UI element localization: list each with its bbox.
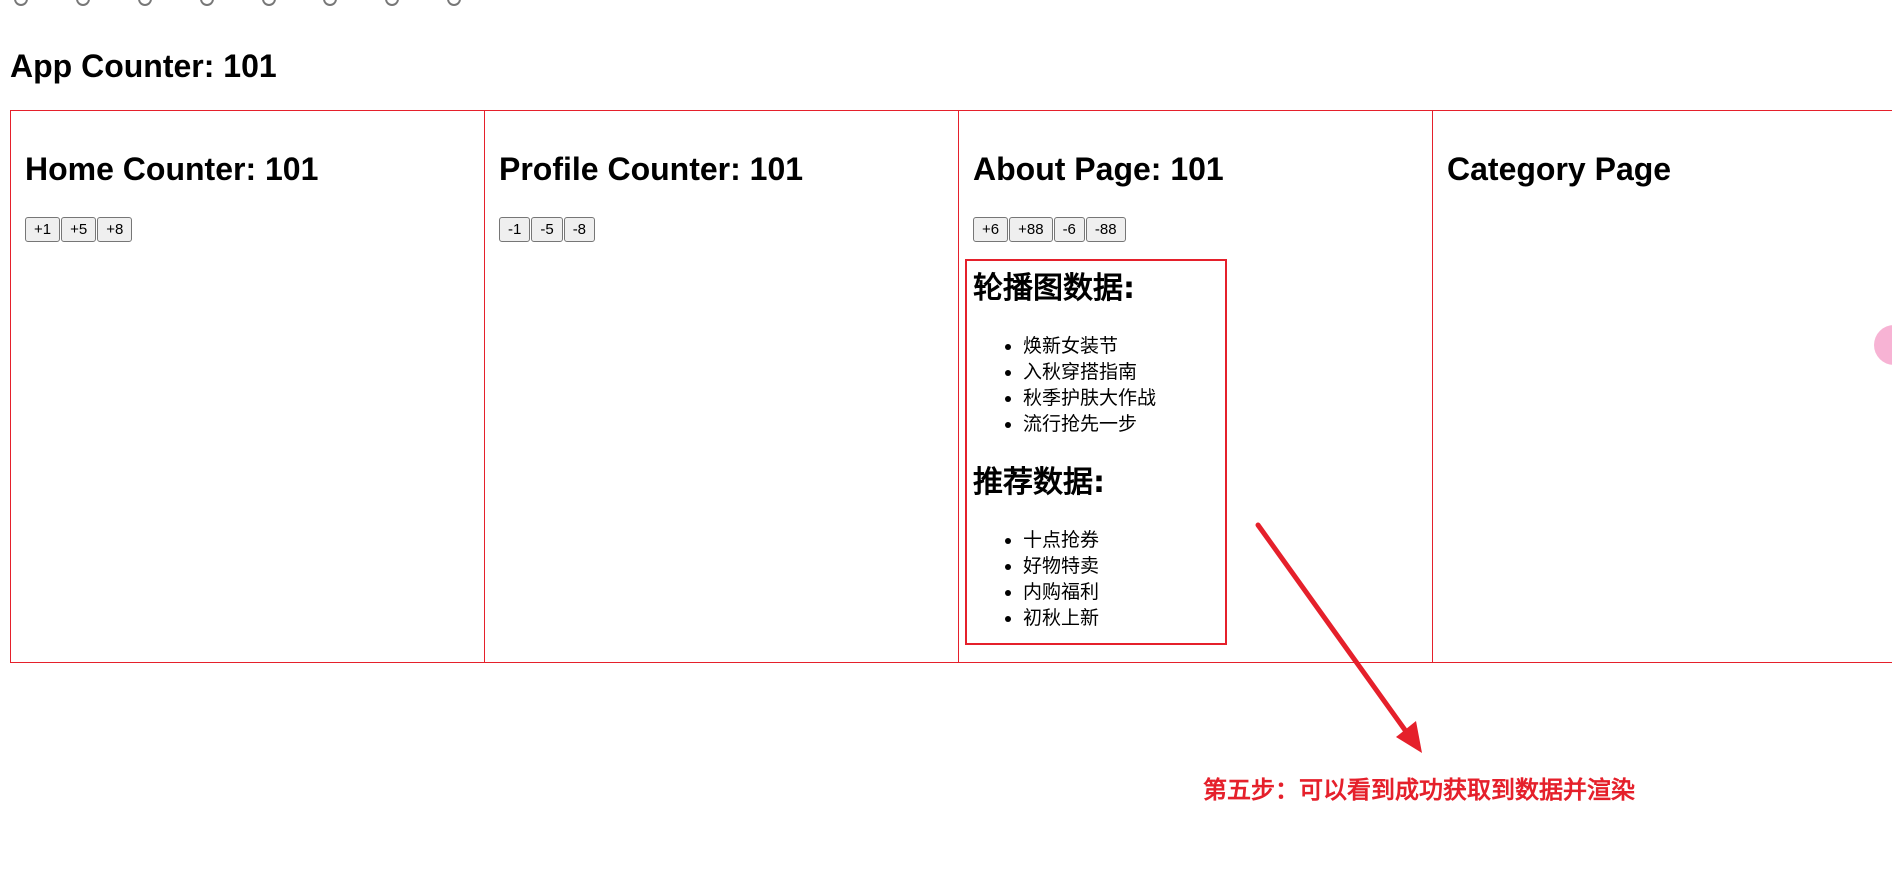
recommend-list-item: 十点抢券 [1023,527,1099,553]
home-button-row: +1 +5 +8 [25,217,133,242]
home-increment-5-button[interactable]: +5 [61,217,97,242]
bookmark-icon [385,0,400,7]
bookmarks-bar [0,0,1892,10]
profile-counter-title: Profile Counter: 101 [499,151,804,187]
bookmark-icon [447,0,462,7]
about-minus-88-button[interactable]: -88 [1085,217,1126,242]
banner-list-item: 流行抢先一步 [1023,411,1156,437]
banner-list-item: 秋季护肤大作战 [1023,385,1156,411]
recommend-data-list: 十点抢券 好物特卖 内购福利 初秋上新 [967,527,1099,631]
bookmark-item[interactable] [385,0,405,7]
profile-decrement-5-button[interactable]: -5 [531,217,563,242]
recommend-list-item: 好物特卖 [1023,553,1099,579]
bookmark-item[interactable] [137,0,158,7]
bookmark-item[interactable] [14,0,34,7]
bookmark-icon [199,0,214,7]
banner-data-heading: 轮播图数据: [973,271,1135,306]
about-button-row: +6 +88 -6 -88 [973,217,1127,242]
profile-button-row: -1 -5 -8 [499,217,596,242]
category-page-title: Category Page [1447,151,1672,187]
home-panel: Home Counter: 101 +1 +5 +8 [10,110,485,663]
bookmark-icon [261,0,276,7]
profile-decrement-8-button[interactable]: -8 [563,217,596,242]
annotation-arrow-icon [1255,522,1422,753]
home-increment-8-button[interactable]: +8 [97,217,133,242]
banner-list-item: 入秋穿搭指南 [1023,359,1156,385]
app-counter-title: App Counter: 101 [10,48,277,84]
home-counter-title: Home Counter: 101 [25,151,319,187]
profile-panel: Profile Counter: 101 -1 -5 -8 [484,110,959,663]
banner-data-list: 焕新女装节 入秋穿搭指南 秋季护肤大作战 流行抢先一步 [967,333,1156,437]
banner-list-item: 焕新女装节 [1023,333,1156,359]
about-page-title: About Page: 101 [973,151,1224,187]
recommend-list-item: 初秋上新 [1023,605,1099,631]
page-columns: Home Counter: 101 +1 +5 +8 Profile Count… [10,110,1892,663]
fetched-data-box: 轮播图数据: 焕新女装节 入秋穿搭指南 秋季护肤大作战 流行抢先一步 推荐数据:… [965,259,1227,645]
bookmark-item[interactable] [75,0,96,7]
category-panel: Category Page [1432,110,1892,663]
bookmark-icon [75,0,90,7]
bookmark-icon [137,0,152,7]
bookmark-icon [14,0,28,7]
profile-decrement-1-button[interactable]: -1 [499,217,531,242]
about-plus-88-button[interactable]: +88 [1009,217,1053,242]
about-minus-6-button[interactable]: -6 [1053,217,1085,242]
recommend-list-item: 内购福利 [1023,579,1099,605]
step-annotation: 第五步：可以看到成功获取到数据并渲染 [1203,776,1635,804]
bookmark-item[interactable] [323,0,343,7]
bookmark-item[interactable] [261,0,282,7]
recommend-data-heading: 推荐数据: [973,465,1105,500]
about-plus-6-button[interactable]: +6 [973,217,1009,242]
bookmark-item[interactable] [199,0,220,7]
bookmark-icon [323,0,338,7]
bookmark-item[interactable] [447,0,467,7]
home-increment-1-button[interactable]: +1 [25,217,61,242]
